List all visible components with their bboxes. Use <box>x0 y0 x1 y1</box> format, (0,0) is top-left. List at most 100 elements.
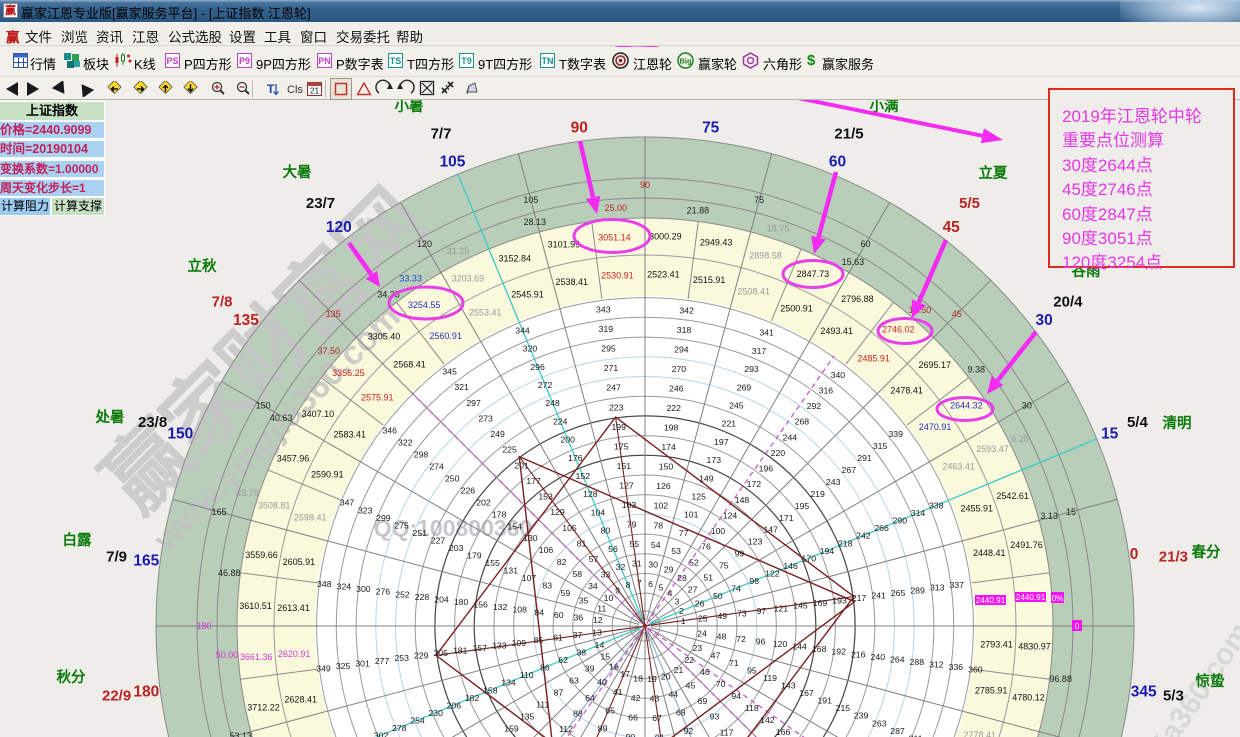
svg-text:7/7: 7/7 <box>431 126 452 143</box>
svg-text:12: 12 <box>593 615 603 625</box>
svg-text:150: 150 <box>659 462 674 472</box>
svg-text:268: 268 <box>795 417 810 427</box>
svg-text:2898.58: 2898.58 <box>749 250 782 260</box>
svg-text:22/9: 22/9 <box>102 688 131 705</box>
svg-text:92: 92 <box>684 726 694 736</box>
svg-text:149: 149 <box>699 473 714 483</box>
svg-text:64: 64 <box>585 693 595 703</box>
svg-text:179: 179 <box>467 551 482 561</box>
svg-text:Cls: Cls <box>287 84 303 96</box>
svg-text:80: 80 <box>601 526 611 536</box>
svg-text:2793.41: 2793.41 <box>980 640 1013 650</box>
svg-text:195: 195 <box>795 501 810 511</box>
svg-text:32: 32 <box>616 562 626 572</box>
svg-text:269: 269 <box>737 382 752 392</box>
svg-text:100: 100 <box>711 526 726 536</box>
svg-text:221: 221 <box>722 419 737 429</box>
svg-text:302: 302 <box>374 731 389 737</box>
svg-text:0: 0 <box>1075 622 1080 631</box>
svg-text:60: 60 <box>860 239 870 249</box>
svg-text:2491.76: 2491.76 <box>1010 540 1043 550</box>
svg-text:61: 61 <box>553 633 563 643</box>
svg-text:62: 62 <box>558 655 568 665</box>
svg-text:147: 147 <box>763 525 778 535</box>
svg-text:131: 131 <box>504 566 519 576</box>
svg-text:20: 20 <box>661 671 671 681</box>
svg-text:5/4: 5/4 <box>1127 414 1149 431</box>
svg-text:294: 294 <box>674 345 689 355</box>
svg-text:2785.91: 2785.91 <box>975 685 1008 695</box>
svg-text:253: 253 <box>394 653 409 663</box>
svg-text:315: 315 <box>873 441 888 451</box>
svg-text:298: 298 <box>414 449 429 459</box>
svg-text:264: 264 <box>890 654 905 664</box>
svg-text:PS: PS <box>166 56 178 66</box>
svg-text:处暑: 处暑 <box>95 408 125 426</box>
svg-text:43: 43 <box>650 694 660 704</box>
svg-text:33.33: 33.33 <box>399 274 422 284</box>
svg-text:40.63: 40.63 <box>270 413 293 423</box>
svg-text:70: 70 <box>716 679 726 689</box>
svg-text:2485.91: 2485.91 <box>857 354 890 364</box>
svg-text:30: 30 <box>648 559 658 569</box>
svg-text:7: 7 <box>637 578 642 588</box>
svg-text:273: 273 <box>478 414 493 424</box>
svg-text:16: 16 <box>609 662 619 672</box>
svg-text:176: 176 <box>568 453 583 463</box>
svg-text:57: 57 <box>589 554 599 564</box>
svg-text:30: 30 <box>1035 312 1052 329</box>
svg-text:133: 133 <box>492 640 507 650</box>
svg-text:96: 96 <box>756 636 766 646</box>
svg-text:3051.14: 3051.14 <box>598 232 631 242</box>
svg-text:172: 172 <box>747 479 762 489</box>
svg-text:38: 38 <box>576 648 586 658</box>
svg-text:246: 246 <box>669 384 684 394</box>
svg-text:2463.41: 2463.41 <box>942 461 975 471</box>
svg-text:180: 180 <box>454 597 469 607</box>
svg-text:132: 132 <box>493 602 508 612</box>
svg-text:342: 342 <box>679 305 694 315</box>
svg-text:53: 53 <box>671 546 681 556</box>
svg-text:191: 191 <box>817 696 832 706</box>
svg-text:170: 170 <box>802 553 817 563</box>
svg-text:2440.91: 2440.91 <box>976 596 1006 605</box>
svg-text:216: 216 <box>851 649 866 659</box>
svg-text:21/3: 21/3 <box>1159 548 1188 565</box>
svg-text:25: 25 <box>698 614 708 624</box>
svg-text:321: 321 <box>454 382 469 392</box>
svg-text:60: 60 <box>554 610 564 620</box>
svg-text:21: 21 <box>310 86 320 96</box>
svg-text:122: 122 <box>765 568 780 578</box>
svg-text:3508.81: 3508.81 <box>258 501 291 511</box>
svg-text:21.88: 21.88 <box>687 205 710 215</box>
svg-text:120: 120 <box>417 239 432 249</box>
svg-text:341: 341 <box>759 328 774 338</box>
svg-text:192: 192 <box>831 647 846 657</box>
svg-text:TN: TN <box>542 56 554 66</box>
svg-text:175: 175 <box>614 441 629 451</box>
svg-text:2500.91: 2500.91 <box>780 304 813 314</box>
svg-text:344: 344 <box>515 325 530 335</box>
svg-text:白露: 白露 <box>63 531 92 549</box>
svg-text:250: 250 <box>445 473 460 483</box>
svg-text:151: 151 <box>617 461 632 471</box>
svg-text:2605.91: 2605.91 <box>283 557 316 567</box>
svg-text:320: 320 <box>523 344 538 354</box>
svg-text:101: 101 <box>684 510 699 520</box>
svg-text:85: 85 <box>534 635 544 645</box>
svg-text:94: 94 <box>731 691 741 701</box>
svg-text:3457.96: 3457.96 <box>277 453 310 463</box>
svg-text:296: 296 <box>530 362 545 372</box>
svg-text:251: 251 <box>413 528 428 538</box>
svg-text:266: 266 <box>874 523 889 533</box>
svg-text:90: 90 <box>640 180 650 190</box>
svg-text:91: 91 <box>655 733 665 737</box>
svg-text:126: 126 <box>656 481 671 491</box>
svg-text:325: 325 <box>336 661 351 671</box>
svg-text:272: 272 <box>538 380 553 390</box>
svg-text:90: 90 <box>626 732 636 737</box>
svg-text:3254.55: 3254.55 <box>408 300 441 310</box>
svg-text:6: 6 <box>648 579 653 589</box>
svg-text:3000.29: 3000.29 <box>649 232 682 242</box>
svg-text:215: 215 <box>836 703 851 713</box>
